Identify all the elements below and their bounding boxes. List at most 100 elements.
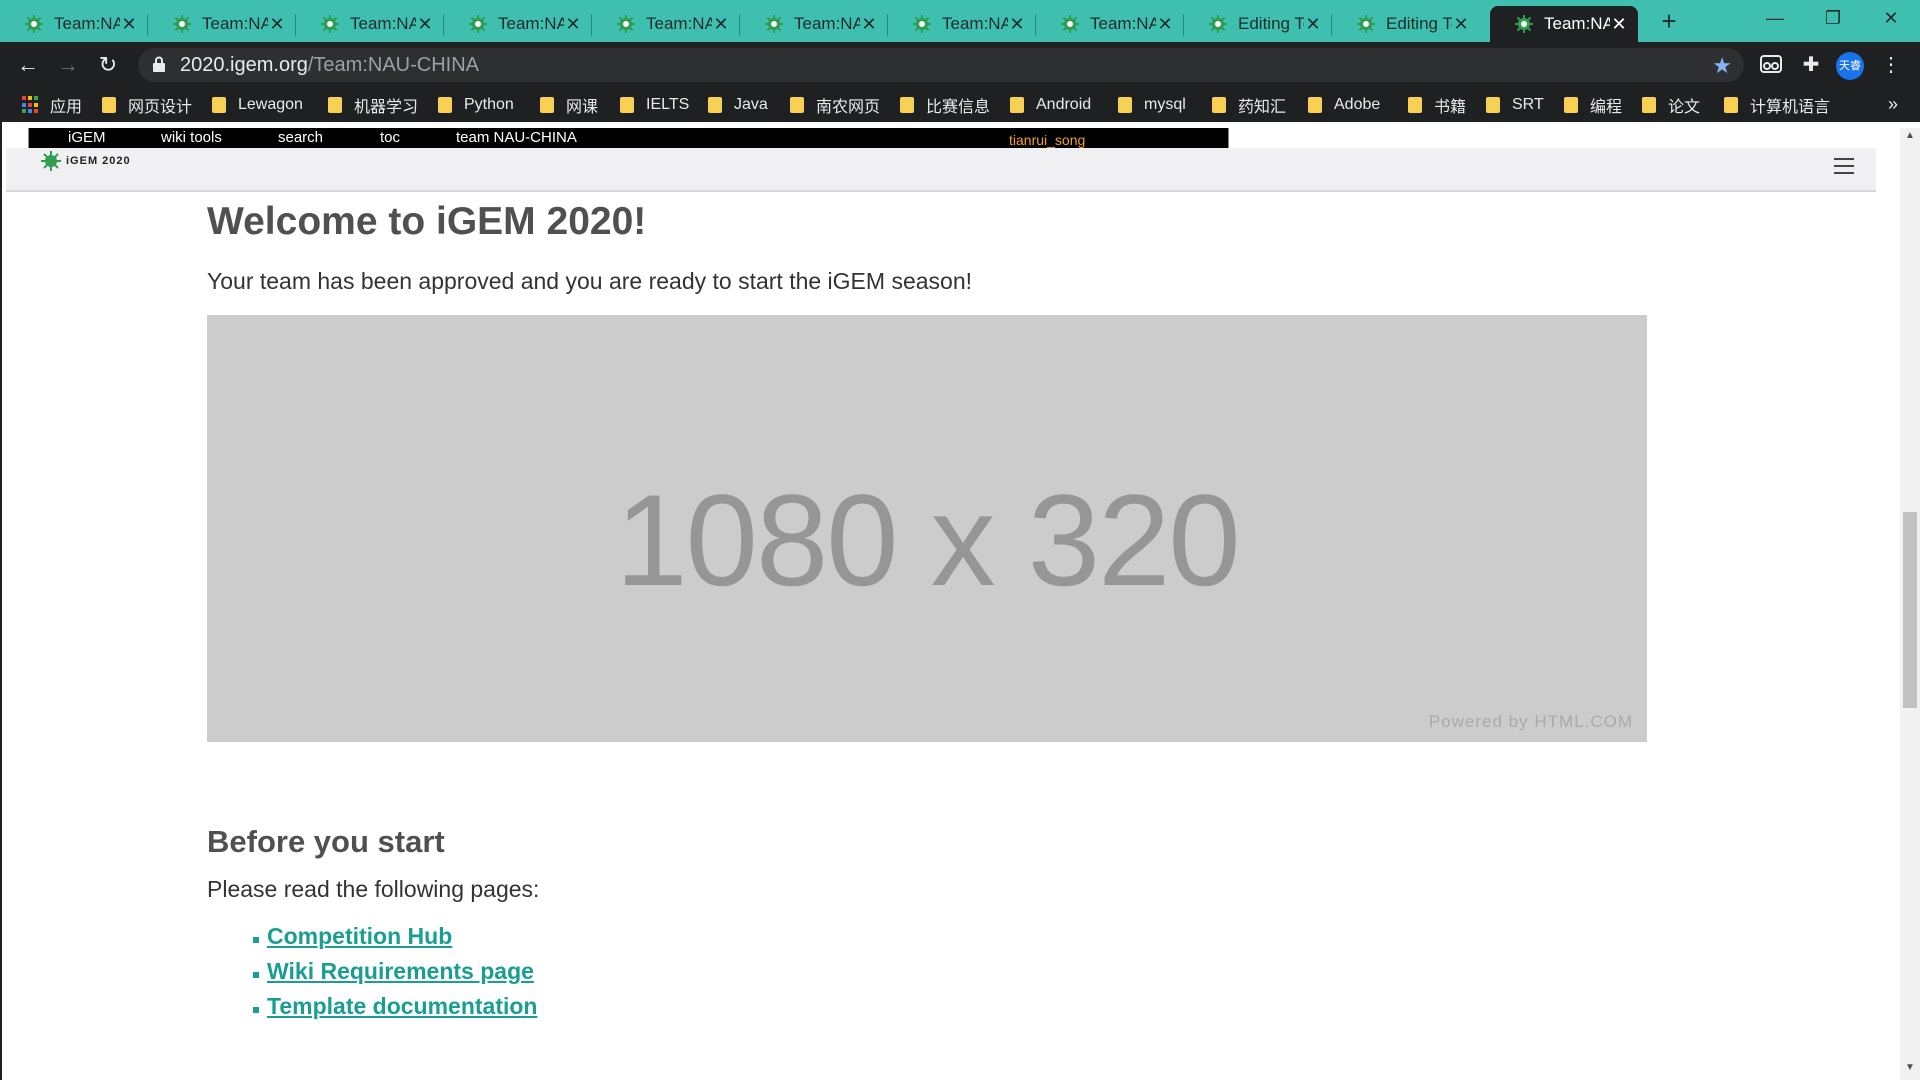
hamburger-menu-icon[interactable] [1834,158,1854,176]
igem-favicon-icon [1208,14,1228,34]
reload-icon[interactable]: ↻ [92,50,124,82]
tab-title: Team:NAU-CHINA [794,14,860,33]
close-tab-icon[interactable]: ✕ [1304,14,1322,35]
igem-favicon-icon [764,14,784,34]
igem-favicon-icon [912,14,932,34]
browser-tab[interactable]: Team:NAU-CHINA ✕ [296,6,444,42]
close-tab-icon[interactable]: ✕ [120,14,138,35]
igem-favicon-icon [172,14,192,34]
tab-title: Team:NAU-CHINA [942,14,1008,33]
main-content: Welcome to iGEM 2020! Your team has been… [207,200,1647,1028]
restore-icon[interactable]: ❐ [1804,0,1862,40]
browser-tab[interactable]: Team:NAU-CHINA ✕ [444,6,592,42]
bookmark-label: 计算机语言 [1750,99,1831,116]
bookmark-label: 比赛信息 [926,99,991,116]
browser-tab[interactable]: Team:NAU-CHINA ✕ [592,6,740,42]
close-tab-icon[interactable]: ✕ [1156,14,1174,35]
close-tab-icon[interactable]: ✕ [1452,14,1470,35]
scrollbar-thumb[interactable] [1903,512,1917,708]
close-tab-icon[interactable]: ✕ [268,14,286,35]
bookmarks-overflow-button[interactable]: » [1888,94,1898,115]
more-menu-icon[interactable]: ⋮ [1878,52,1904,78]
wiki-bar-team[interactable]: team NAU-CHINA [456,129,577,146]
bookmark-folder[interactable]: 书籍 [1408,94,1466,116]
close-tab-icon[interactable]: ✕ [860,14,878,35]
bookmark-folder[interactable]: Java [708,94,768,116]
bookmark-folder[interactable]: 机器学习 [328,94,418,116]
bookmark-label: 网页设计 [128,99,193,116]
page-scrollbar[interactable]: ▲ ▼ [1900,128,1920,1080]
bookmark-folder[interactable]: 网课 [540,94,598,116]
bookmark-label: 南农网页 [816,99,881,116]
lock-icon [152,56,168,74]
bullet-icon [253,936,259,943]
scroll-up-icon[interactable]: ▲ [1900,130,1920,146]
bookmark-folder[interactable]: Python [438,94,514,116]
bookmark-folder[interactable]: 南农网页 [790,94,880,116]
bookmark-folder[interactable]: 网页设计 [102,94,192,116]
section-title: Before you start [207,824,445,859]
close-tab-icon[interactable]: ✕ [416,14,434,35]
link-wiki-requirements[interactable]: Wiki Requirements page [267,958,534,985]
link-template-documentation[interactable]: Template documentation [267,993,538,1020]
link-competition-hub[interactable]: Competition Hub [267,923,452,950]
close-tab-icon[interactable]: ✕ [712,14,730,35]
browser-tab[interactable]: Team:NAU-CHINA ✕ [1036,6,1184,42]
browser-tab[interactable]: Editing Team ✕ [1184,6,1332,42]
bookmark-folder[interactable]: 计算机语言 [1724,94,1830,116]
bookmark-folder[interactable]: IELTS [620,94,689,116]
browser-tab[interactable]: Team:NAU-CHINA ✕ [888,6,1036,42]
bookmark-folder[interactable]: 论文 [1642,94,1700,116]
new-tab-button[interactable]: + [1653,6,1685,38]
browser-tab[interactable]: Team:NAU-CHINA ✕ [148,6,296,42]
igem-logo-icon [40,150,62,172]
browser-tab[interactable]: Team:NAU-CHINA ✕ [740,6,888,42]
resource-links: Competition Hub Wiki Requirements page T… [207,923,1647,1020]
back-icon[interactable]: ← [12,50,44,82]
extension-glasses-icon[interactable] [1758,52,1784,78]
igem-logo[interactable]: iGEM 2020 [40,150,131,172]
igem-favicon-icon [320,14,340,34]
scroll-down-icon[interactable]: ▼ [1900,1062,1920,1078]
bookmark-folder[interactable]: Lewagon [212,94,303,116]
bookmark-folder[interactable]: 比赛信息 [900,94,990,116]
wiki-bar-username[interactable]: tianrui_song [1009,132,1085,148]
close-tab-icon[interactable]: ✕ [564,14,582,35]
close-window-icon[interactable]: ✕ [1862,0,1920,40]
bookmark-apps[interactable]: 应用 [22,94,82,116]
wiki-bar-search[interactable]: search [278,129,323,146]
close-tab-icon[interactable]: ✕ [1008,14,1026,35]
browser-tab[interactable]: Editing Team ✕ [1332,6,1480,42]
bookmark-folder[interactable]: Android [1010,94,1091,116]
browser-tab-active[interactable]: Team:NAU-CHINA ✕ [1490,6,1638,42]
bookmark-folder[interactable]: SRT [1486,94,1544,116]
browser-tab[interactable]: Team:NAU-CHINA ✕ [0,6,148,42]
minimize-icon[interactable]: — [1746,0,1804,40]
igem-favicon-icon [1356,14,1376,34]
bookmark-label: 论文 [1668,99,1701,116]
bookmark-label: Java [734,96,768,113]
folder-icon [708,97,722,113]
bookmark-label: 编程 [1590,99,1623,116]
igem-favicon-icon [24,14,44,34]
bookmark-folder[interactable]: mysql [1118,94,1186,116]
forward-icon[interactable]: → [52,50,84,82]
folder-icon [102,97,116,113]
bookmark-label: mysql [1144,96,1186,113]
tab-title: Editing Team [1386,14,1452,33]
extensions-puzzle-icon[interactable]: ✚ [1798,52,1824,78]
bookmark-star-icon[interactable]: ★ [1712,53,1732,79]
address-bar[interactable]: 2020.igem.org/Team:NAU-CHINA ★ [138,48,1744,82]
bookmark-folder[interactable]: 药知汇 [1212,94,1286,116]
bookmark-folder[interactable]: Adobe [1308,94,1380,116]
bookmark-folder[interactable]: 编程 [1564,94,1622,116]
close-tab-icon[interactable]: ✕ [1610,14,1628,35]
wiki-bar-toc[interactable]: toc [380,129,400,146]
profile-avatar[interactable]: 天睿 [1836,52,1864,80]
url-text: 2020.igem.org/Team:NAU-CHINA [180,54,480,76]
folder-icon [1642,97,1656,113]
wiki-bar-wiki-tools[interactable]: wiki tools [161,129,222,146]
section-text: Please read the following pages: [207,876,540,902]
bookmark-label: 网课 [566,99,599,116]
wiki-bar-igem[interactable]: iGEM [68,129,106,146]
